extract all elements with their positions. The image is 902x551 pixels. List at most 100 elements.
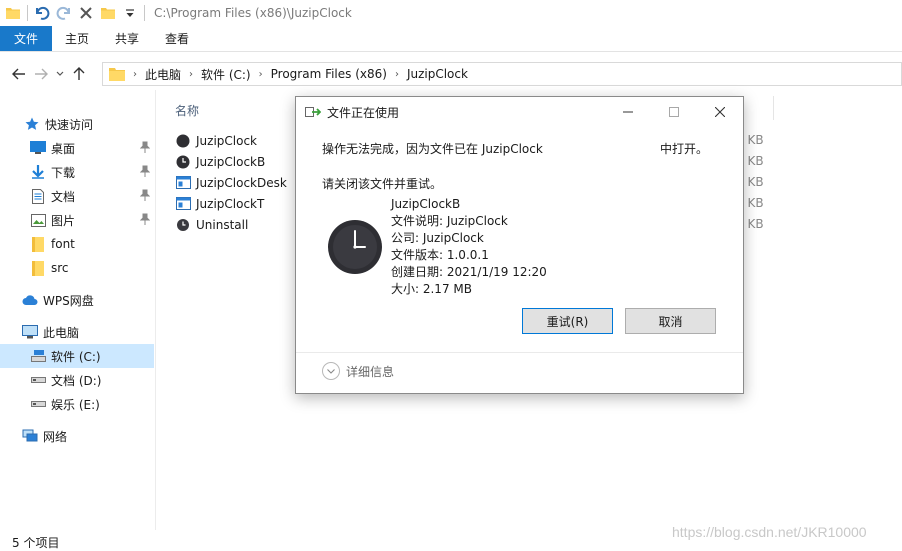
sidebar-item-font[interactable]: font <box>0 232 154 256</box>
tab-file[interactable]: 文件 <box>0 26 53 51</box>
toolbar-separator <box>27 5 28 21</box>
column-separator[interactable] <box>773 96 774 120</box>
sidebar-item-drive-c[interactable]: 软件 (C:) <box>0 344 154 368</box>
window-app-icon <box>175 175 191 191</box>
chevron-right-icon[interactable]: › <box>133 69 137 80</box>
cloud-icon <box>22 292 38 308</box>
sidebar-item-network[interactable]: 网络 <box>0 424 154 448</box>
forward-arrow-icon[interactable] <box>30 62 52 86</box>
folder-icon <box>30 236 46 252</box>
sidebar-item-pictures[interactable]: 图片 <box>0 208 154 232</box>
window-title: C:\Program Files (x86)\JuzipClock <box>154 6 352 20</box>
sidebar-item-downloads[interactable]: 下载 <box>0 160 154 184</box>
cancel-button[interactable]: 取消 <box>625 308 716 334</box>
sidebar-item-documents[interactable]: 文档 <box>0 184 154 208</box>
sidebar-item-label: 软件 (C:) <box>51 349 101 364</box>
sidebar-item-label: 文档 (D:) <box>51 373 102 388</box>
drive-icon <box>30 348 46 364</box>
dialog-instruction: 请关闭该文件并重试。 <box>322 177 443 191</box>
folder-icon <box>2 2 24 24</box>
dialog-message-suffix: 中打开。 <box>660 142 709 156</box>
sidebar-item-label: src <box>51 261 69 275</box>
file-in-use-dialog: 文件正在使用 操作无法完成，因为文件已在 JuzipClock 中打开。 请关闭… <box>295 96 744 394</box>
folder-icon <box>109 67 125 81</box>
tab-share[interactable]: 共享 <box>102 26 152 51</box>
title-bar: C:\Program Files (x86)\JuzipClock <box>0 0 902 26</box>
sidebar-item-label: 快速访问 <box>45 117 94 132</box>
file-info-size: 大小: 2.17 MB <box>391 282 472 296</box>
sidebar-item-src[interactable]: src <box>0 256 154 280</box>
star-icon <box>24 116 40 132</box>
file-name: JuzipClockT <box>196 196 265 211</box>
pin-icon[interactable] <box>139 165 151 180</box>
chevron-right-icon[interactable]: › <box>395 69 399 80</box>
dialog-divider <box>296 352 743 353</box>
pane-divider[interactable] <box>155 90 156 530</box>
up-arrow-icon[interactable] <box>68 62 90 86</box>
minimize-button[interactable] <box>605 97 651 127</box>
network-icon <box>22 428 38 444</box>
sidebar-item-this-pc[interactable]: 此电脑 <box>0 320 154 344</box>
sidebar-item-label: font <box>51 237 75 251</box>
sidebar-item-label: 文档 <box>51 189 76 204</box>
tab-view[interactable]: 查看 <box>152 26 202 51</box>
maximize-button[interactable] <box>651 97 697 127</box>
retry-button[interactable]: 重试(R) <box>522 308 613 334</box>
sidebar-item-label: 网络 <box>43 429 68 444</box>
folder-icon <box>30 260 46 276</box>
picture-icon <box>30 212 46 228</box>
sidebar-item-label: 娱乐 (E:) <box>51 397 100 412</box>
file-move-icon <box>305 104 321 120</box>
sidebar-item-quick-access[interactable]: 快速访问 <box>0 112 154 136</box>
breadcrumb-juzipclock[interactable]: JuzipClock <box>407 67 468 81</box>
quick-access-toolbar <box>0 0 148 26</box>
undo-icon[interactable] <box>31 2 53 24</box>
close-button[interactable] <box>697 97 743 127</box>
file-info-description: 文件说明: JuzipClock <box>391 214 508 228</box>
redo-icon[interactable] <box>53 2 75 24</box>
sidebar-item-desktop[interactable]: 桌面 <box>0 136 154 160</box>
recent-locations-chevron-icon[interactable] <box>52 62 68 86</box>
back-arrow-icon[interactable] <box>8 62 30 86</box>
sidebar-item-label: 下载 <box>51 165 76 180</box>
ribbon-tabs: 文件 主页 共享 查看 <box>0 26 902 52</box>
tab-home[interactable]: 主页 <box>52 26 102 51</box>
file-name: JuzipClock <box>196 133 257 148</box>
column-header-name[interactable]: 名称 <box>175 102 199 119</box>
breadcrumb-this-pc[interactable]: 此电脑 <box>145 66 181 83</box>
chevron-right-icon[interactable]: › <box>189 69 193 80</box>
breadcrumb-drive-c[interactable]: 软件 (C:) <box>201 66 251 83</box>
computer-icon <box>22 324 38 340</box>
address-bar[interactable]: › 此电脑 › 软件 (C:) › Program Files (x86) › … <box>102 62 902 86</box>
chevron-right-icon[interactable]: › <box>259 69 263 80</box>
file-info-created: 创建日期: 2021/1/19 12:20 <box>391 265 547 279</box>
clock-app-icon <box>327 219 383 275</box>
address-row: › 此电脑 › 软件 (C:) › Program Files (x86) › … <box>0 58 902 90</box>
pin-icon[interactable] <box>139 141 151 156</box>
desktop-icon <box>30 140 46 156</box>
sidebar-item-label: 图片 <box>51 213 76 228</box>
file-name: JuzipClockB <box>196 154 266 169</box>
clock-app-icon <box>175 133 191 149</box>
breadcrumb-program-files[interactable]: Program Files (x86) <box>271 67 387 81</box>
sidebar-item-label: 桌面 <box>51 141 76 156</box>
pin-icon[interactable] <box>139 189 151 204</box>
sidebar-item-drive-e[interactable]: 娱乐 (E:) <box>0 392 154 416</box>
drive-icon <box>30 396 46 412</box>
sidebar-item-drive-d[interactable]: 文档 (D:) <box>0 368 154 392</box>
uninstall-icon <box>175 217 191 233</box>
details-toggle[interactable]: 详细信息 <box>322 362 394 380</box>
file-name: Uninstall <box>196 217 249 232</box>
pin-icon[interactable] <box>139 213 151 228</box>
details-label: 详细信息 <box>346 364 395 379</box>
sidebar-item-label: WPS网盘 <box>43 293 94 308</box>
new-folder-icon[interactable] <box>97 2 119 24</box>
customize-toolbar-icon[interactable] <box>119 2 141 24</box>
file-name: JuzipClockDesk <box>196 175 287 190</box>
window-app-icon <box>175 196 191 212</box>
file-info-version: 文件版本: 1.0.0.1 <box>391 248 489 262</box>
sidebar-item-label: 此电脑 <box>43 325 80 340</box>
delete-icon[interactable] <box>75 2 97 24</box>
sidebar-item-wps-cloud[interactable]: WPS网盘 <box>0 288 154 312</box>
clock-app-icon <box>175 154 191 170</box>
